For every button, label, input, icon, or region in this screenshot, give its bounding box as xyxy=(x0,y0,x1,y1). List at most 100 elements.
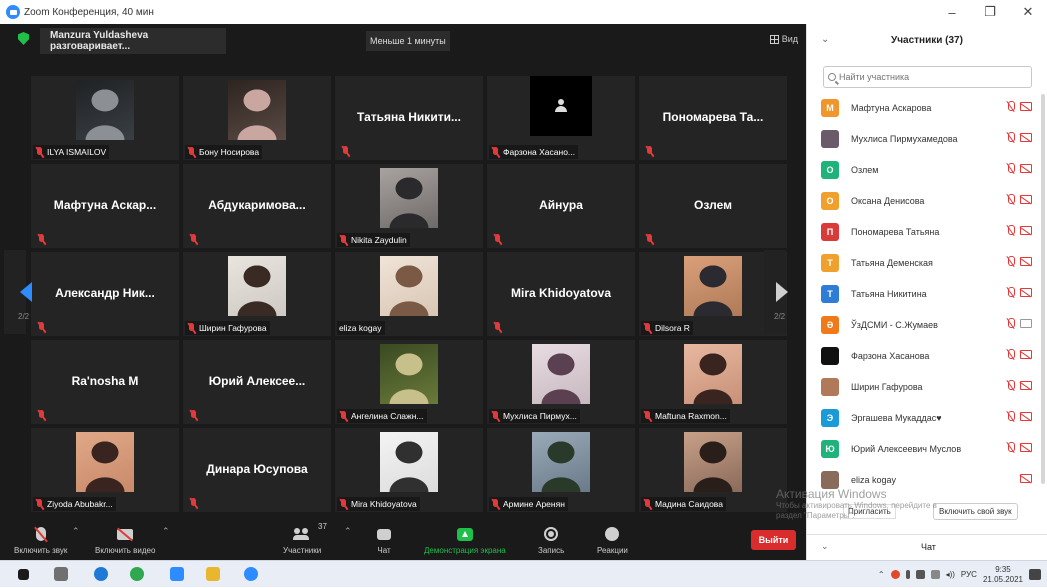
zoom-app-icon[interactable] xyxy=(170,567,184,581)
video-tile[interactable]: Мухлиса Пирмух... xyxy=(487,340,635,424)
video-tile[interactable]: ILYA ISMAILOV xyxy=(31,76,179,160)
edge-browser-icon[interactable] xyxy=(94,567,108,581)
video-tile[interactable]: Бону Носирова xyxy=(183,76,331,160)
participant-search-input[interactable] xyxy=(839,72,1019,82)
participant-row[interactable]: М Мафтуна Аскарова xyxy=(821,92,1036,123)
video-tile[interactable]: Абдукаримова... xyxy=(183,164,331,248)
video-tile[interactable]: Динара Юсупова xyxy=(183,428,331,512)
participant-avatar: П xyxy=(821,222,839,241)
video-tile[interactable]: eliza kogay xyxy=(335,252,483,336)
previous-page-button[interactable]: 2/2 xyxy=(14,274,34,334)
participants-scrollbar[interactable] xyxy=(1041,94,1045,484)
video-tile[interactable]: Mira Khidoyatova xyxy=(335,428,483,512)
activation-line-1: Чтобы активировать Windows, перейдите в xyxy=(776,501,937,510)
tray-pen-icon[interactable] xyxy=(930,570,940,579)
mic-muted-icon xyxy=(35,527,46,541)
participant-avatar: Ә xyxy=(821,315,839,334)
video-tile[interactable]: Mira Khidoyatova xyxy=(487,252,635,336)
chat-button[interactable]: Чат xyxy=(377,524,391,555)
video-tile[interactable]: Мадина Саидова xyxy=(639,428,787,512)
start-video-button[interactable]: Включить видео xyxy=(95,524,155,555)
reactions-button[interactable]: Реакции xyxy=(597,524,628,555)
participant-name: Айнура xyxy=(539,198,583,212)
unmute-button[interactable]: Включить звук xyxy=(14,524,67,555)
participant-row[interactable]: Ю Юрий Алексеевич Муслов xyxy=(821,433,1036,464)
search-icon xyxy=(828,73,836,81)
video-tile[interactable]: Татьяна Никити... xyxy=(335,76,483,160)
video-tile[interactable]: Фарзона Хасано... xyxy=(487,76,635,160)
language-indicator[interactable]: РУС xyxy=(961,570,977,579)
participant-name: eliza kogay xyxy=(339,323,382,333)
participant-row[interactable]: Мухлиса Пирмухамедова xyxy=(821,123,1036,154)
chat-expand-chevron-icon[interactable]: ⌄ xyxy=(821,541,829,552)
audio-options-caret-icon[interactable]: ⌃ xyxy=(72,526,80,537)
participant-row[interactable]: Ширин Гафурова xyxy=(821,371,1036,402)
volume-icon[interactable]: ◂)) xyxy=(946,570,955,579)
share-screen-label: Демонстрация экрана xyxy=(424,546,506,555)
mic-muted-icon xyxy=(1006,411,1015,422)
security-shield-icon[interactable] xyxy=(18,32,29,45)
minimize-button[interactable]: – xyxy=(933,0,971,24)
maximize-button[interactable]: ❐ xyxy=(971,0,1009,24)
participant-name-label: Ziyoda Abubakr... xyxy=(33,497,116,511)
video-tile[interactable]: Ширин Гафурова xyxy=(183,252,331,336)
file-explorer-icon[interactable] xyxy=(206,567,220,581)
participant-row[interactable]: П Пономарева Татьяна xyxy=(821,216,1036,247)
participants-label: Участники xyxy=(283,546,322,555)
participants-button[interactable]: Участники xyxy=(283,524,321,555)
leave-button[interactable]: Выйти xyxy=(751,530,796,550)
participant-row[interactable]: Т Татьяна Деменская xyxy=(821,247,1036,278)
share-screen-button[interactable]: Демонстрация экрана xyxy=(424,524,506,555)
tray-chevron-up-icon[interactable]: ⌃ xyxy=(878,570,885,579)
video-tile[interactable]: Maftuna Raxmon... xyxy=(639,340,787,424)
camera-off-icon xyxy=(1020,102,1032,111)
tray-app-icon[interactable] xyxy=(890,570,900,579)
tray-mic-icon[interactable] xyxy=(905,570,910,579)
participant-row[interactable]: Ә ЎзДСМИ - С.Жумаев xyxy=(821,309,1036,340)
video-tile[interactable]: Айнура xyxy=(487,164,635,248)
mic-muted-icon xyxy=(643,498,652,510)
notifications-icon[interactable] xyxy=(1029,569,1041,580)
mic-muted-icon xyxy=(189,498,198,509)
video-tile[interactable]: Ангелина Слажн... xyxy=(335,340,483,424)
video-tile[interactable]: Пономарева Та... xyxy=(639,76,787,160)
video-tile[interactable]: Nikita Zaydulin xyxy=(335,164,483,248)
video-tile[interactable]: Армине Аренян xyxy=(487,428,635,512)
unmute-self-button[interactable]: Включить свой звук xyxy=(933,503,1018,520)
participant-avatar: Т xyxy=(821,253,839,272)
participant-row[interactable]: О Оксана Денисова xyxy=(821,185,1036,216)
chrome-browser-icon[interactable] xyxy=(130,567,144,581)
participant-name: Мухлиса Пирмух... xyxy=(503,411,577,421)
participant-name-label: Фарзона Хасано... xyxy=(489,145,579,159)
view-button[interactable]: Вид xyxy=(769,34,798,44)
next-page-button[interactable]: 2/2 xyxy=(770,274,790,334)
video-tile[interactable]: Мафтуна Аскар... xyxy=(31,164,179,248)
start-windows-icon[interactable] xyxy=(18,569,29,580)
participant-row[interactable]: Т Татьяна Никитина xyxy=(821,278,1036,309)
windows-activation-watermark: Активация Windows Чтобы активировать Win… xyxy=(776,487,937,521)
participant-search-box[interactable] xyxy=(823,66,1032,88)
participants-panel: ⌄ Участники (37) М Мафтуна Аскарова Мухлис… xyxy=(806,24,1047,560)
participant-name-label: Maftuna Raxmon... xyxy=(641,409,730,423)
network-icon[interactable] xyxy=(915,570,925,579)
collapse-chevron-down-icon[interactable]: ⌄ xyxy=(821,34,829,45)
video-tile[interactable]: Ziyoda Abubakr... xyxy=(31,428,179,512)
mic-muted-icon xyxy=(35,146,44,158)
participant-row[interactable]: Э Эргашева Мукаддас♥ xyxy=(821,402,1036,433)
video-tile[interactable]: Ra'nosha M xyxy=(31,340,179,424)
close-button[interactable]: ✕ xyxy=(1009,0,1047,24)
video-tile[interactable]: Александр Ник... xyxy=(31,252,179,336)
video-options-caret-icon[interactable]: ⌃ xyxy=(162,526,170,537)
task-view-icon[interactable] xyxy=(54,567,68,581)
participant-row[interactable]: Фарзона Хасанова xyxy=(821,340,1036,371)
participants-options-caret-icon[interactable]: ⌃ xyxy=(344,526,352,537)
record-button[interactable]: Запись xyxy=(538,524,564,555)
video-tile[interactable]: Озлем xyxy=(639,164,787,248)
participant-row[interactable]: О Озлем xyxy=(821,154,1036,185)
video-tile[interactable]: Юрий Алексее... xyxy=(183,340,331,424)
taskbar-clock[interactable]: 9:35 21.05.2021 xyxy=(983,565,1023,585)
participants-count: 37 xyxy=(318,522,327,531)
chat-panel-bar[interactable]: ⌄ Чат xyxy=(807,534,1047,560)
zoom-meeting-taskbar-icon[interactable] xyxy=(244,567,258,581)
chat-panel-title: Чат xyxy=(921,542,936,552)
